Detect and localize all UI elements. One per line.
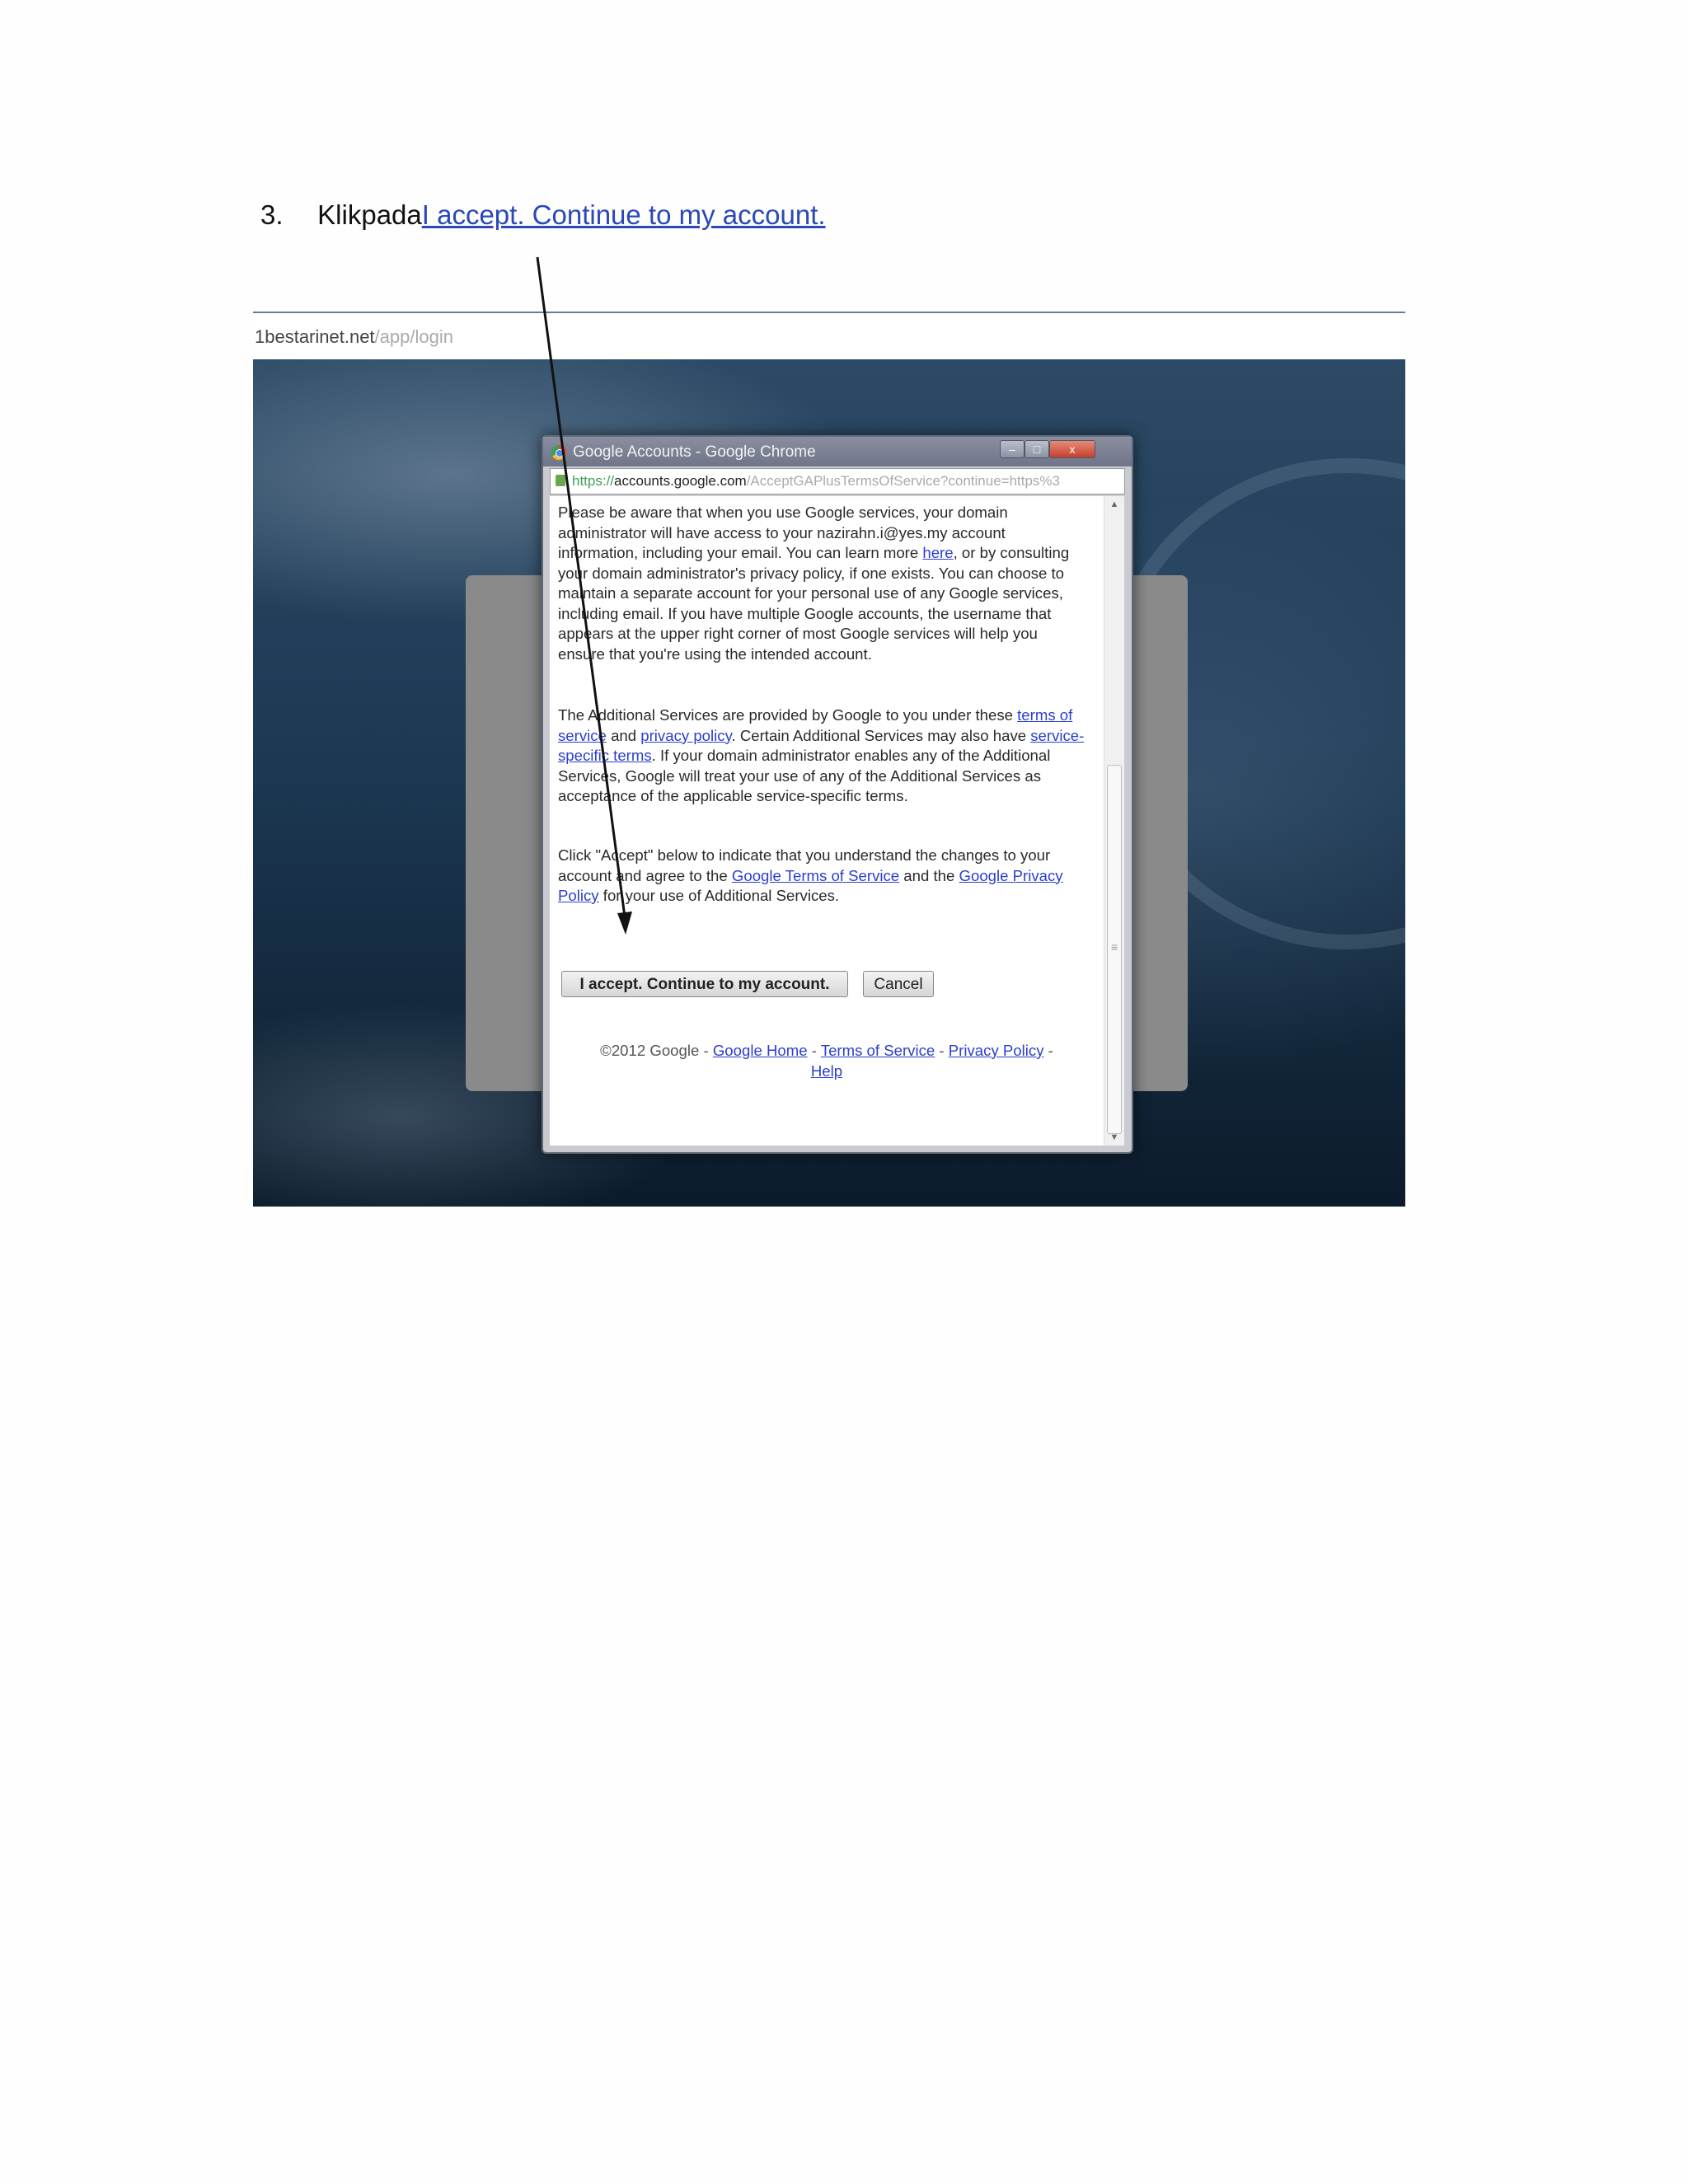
- address-scheme: https://: [572, 473, 615, 489]
- popup-footer: ©2012 Google - Google Home - Terms of Se…: [550, 1040, 1104, 1081]
- scroll-up-arrow-icon[interactable]: ▲: [1104, 496, 1124, 513]
- footer-link-terms[interactable]: Terms of Service: [821, 1042, 935, 1059]
- link-privacy-policy[interactable]: privacy policy: [640, 727, 731, 744]
- background-url-host: 1bestarinet.net: [255, 326, 375, 347]
- step-prefix: Klikpada: [317, 199, 422, 230]
- chrome-icon: [551, 445, 566, 460]
- terms-paragraph-accept: Click "Accept" below to indicate that yo…: [558, 846, 1085, 907]
- footer-link-help[interactable]: Help: [811, 1062, 842, 1080]
- accept-button[interactable]: I accept. Continue to my account.: [561, 971, 848, 997]
- para3-text-c: for your use of Additional Services.: [598, 887, 840, 904]
- step-link[interactable]: I accept. Continue to my account.: [422, 199, 826, 230]
- footer-sep-1: -: [807, 1042, 821, 1059]
- address-path: /AcceptGAPlusTermsOfService?continue=htt…: [746, 473, 1061, 489]
- window-title: Google Accounts - Google Chrome: [573, 443, 816, 461]
- desktop-background: Google Accounts - Google Chrome – □ x ht…: [253, 359, 1405, 1207]
- terms-content: Please be aware that when you use Google…: [550, 496, 1104, 1146]
- address-bar[interactable]: https://accounts.google.com/AcceptGAPlus…: [550, 468, 1125, 494]
- maximize-button[interactable]: □: [1025, 440, 1049, 458]
- step-number: 3.: [260, 199, 284, 230]
- link-google-terms[interactable]: Google Terms of Service: [732, 867, 899, 884]
- background-url-path: /app/login: [374, 326, 453, 347]
- chrome-popup-window: Google Accounts - Google Chrome – □ x ht…: [542, 435, 1133, 1154]
- para2-text-a: The Additional Services are provided by …: [558, 706, 1018, 724]
- footer-sep-3: -: [1043, 1042, 1053, 1059]
- instruction-line: 3. KlikpadaI accept. Continue to my acco…: [260, 199, 826, 231]
- para2-text-b: and: [606, 726, 641, 744]
- scroll-grip-icon: ≡: [1111, 940, 1118, 954]
- embedded-screenshot: 1bestarinet.net/app/login Google Account…: [253, 312, 1405, 1207]
- window-titlebar[interactable]: Google Accounts - Google Chrome – □ x: [543, 437, 1132, 466]
- scroll-down-arrow-icon[interactable]: ▼: [1104, 1129, 1124, 1146]
- footer-link-home[interactable]: Google Home: [713, 1042, 808, 1059]
- background-url: 1bestarinet.net/app/login: [255, 326, 453, 348]
- link-here[interactable]: here: [922, 544, 953, 561]
- footer-link-privacy[interactable]: Privacy Policy: [949, 1042, 1044, 1059]
- close-button[interactable]: x: [1049, 440, 1095, 458]
- para2-text-c: . Certain Additional Services may also h…: [731, 726, 1031, 744]
- lock-icon: [556, 475, 565, 486]
- terms-paragraph-services: The Additional Services are provided by …: [558, 705, 1085, 807]
- para1-text-b: , or by consulting your domain administr…: [558, 544, 1070, 663]
- scroll-thumb[interactable]: ≡: [1107, 765, 1122, 1134]
- cancel-button[interactable]: Cancel: [863, 971, 934, 997]
- minimize-button[interactable]: –: [1000, 440, 1025, 458]
- terms-paragraph-admin: Please be aware that when you use Google…: [558, 503, 1085, 664]
- vertical-scrollbar[interactable]: ▲ ≡ ▼: [1104, 496, 1124, 1146]
- browser-address-strip: 1bestarinet.net/app/login: [253, 312, 1405, 361]
- footer-sep-2: -: [935, 1042, 949, 1059]
- address-host: accounts.google.com: [614, 473, 747, 489]
- para3-text-b: and the: [899, 866, 959, 884]
- footer-copyright: ©2012 Google -: [600, 1042, 713, 1059]
- address-url[interactable]: https://accounts.google.com/AcceptGAPlus…: [572, 473, 1060, 490]
